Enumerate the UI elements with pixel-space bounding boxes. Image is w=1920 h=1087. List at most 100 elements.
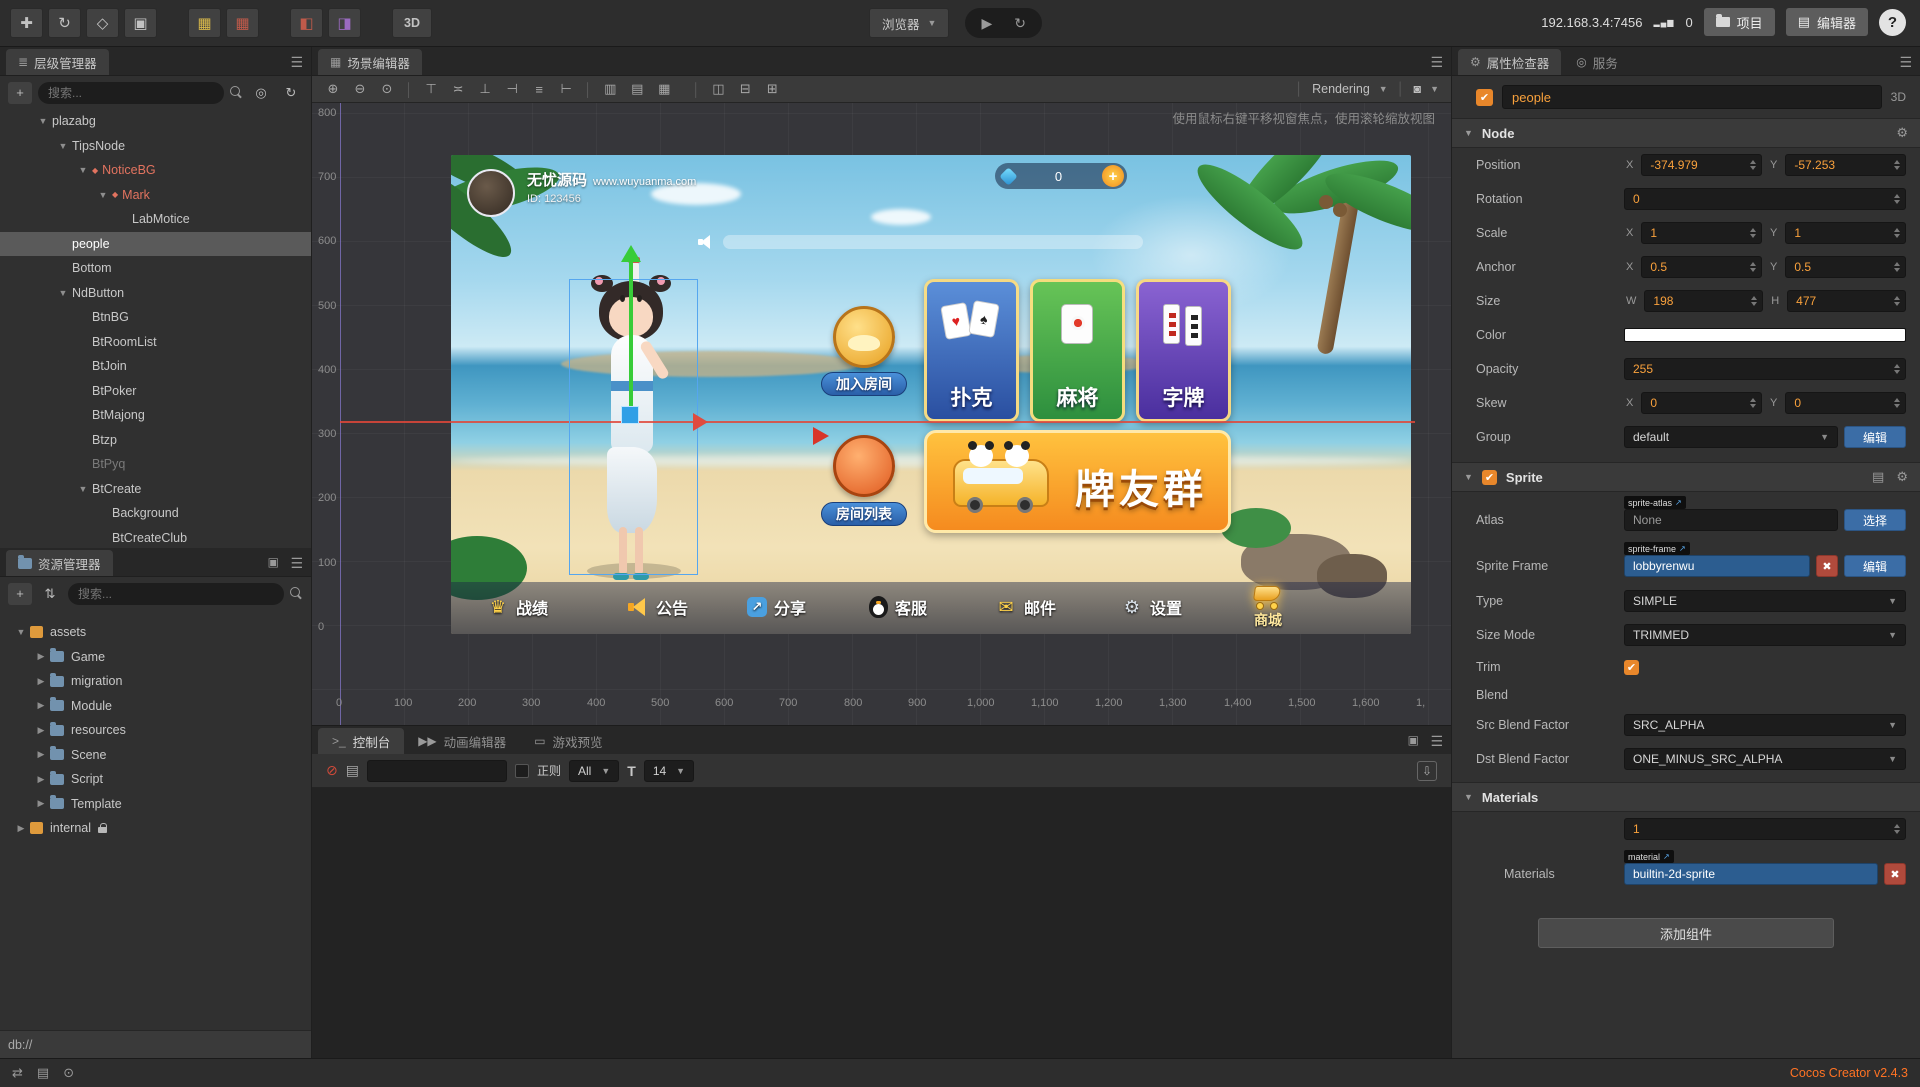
expand-arrow-icon[interactable]: ▶	[36, 725, 46, 736]
poker-mode-button[interactable]: ♥ ♠ 扑克	[924, 279, 1019, 422]
opacity-field[interactable]: 255	[1624, 358, 1906, 380]
share-button[interactable]: ↗分享	[747, 595, 806, 619]
gizmo-y-arrow[interactable]	[629, 261, 633, 422]
node-section-header[interactable]: ▼ Node ⚙	[1452, 118, 1920, 148]
collapse-arrow-icon[interactable]: ▼	[1464, 472, 1473, 482]
expand-arrow-icon[interactable]: ▶	[36, 774, 46, 785]
dst-blend-dropdown[interactable]: ONE_MINUS_SRC_ALPHA▼	[1624, 748, 1906, 770]
scale-tool-button[interactable]: ◇	[86, 8, 119, 38]
tree-node-plazabg[interactable]: ▼plazabg	[0, 109, 311, 134]
play-button[interactable]: ▶	[981, 15, 992, 32]
rotate-tool-button[interactable]: ↻	[48, 8, 81, 38]
size-v-icon[interactable]: ⊟	[736, 81, 754, 97]
gear-icon[interactable]: ⚙	[1896, 125, 1908, 141]
add-component-button[interactable]: 添加组件	[1538, 918, 1834, 948]
zoom-out-icon[interactable]: ⊖	[351, 81, 369, 97]
hierarchy-search-input[interactable]	[48, 86, 214, 100]
records-button[interactable]: ♛战绩	[487, 595, 548, 619]
size-h-field[interactable]: 477	[1787, 290, 1906, 312]
expand-arrow-icon[interactable]: ▶	[36, 798, 46, 809]
tree-node-tipsnode[interactable]: ▼TipsNode	[0, 134, 311, 159]
anchor-x-field[interactable]: 0.5	[1641, 256, 1762, 278]
selection-bounding-box[interactable]	[569, 279, 698, 575]
tree-node-mark[interactable]: ▼◆Mark	[0, 183, 311, 208]
tree-node-btzp[interactable]: Btzp	[0, 428, 311, 453]
external-link-icon[interactable]: ↗	[1679, 544, 1686, 553]
material-field[interactable]: builtin-2d-sprite	[1624, 863, 1878, 885]
align-center-icon[interactable]: ≡	[530, 82, 548, 97]
console-output[interactable]	[312, 788, 1451, 1058]
shop-button[interactable]: 商城	[1251, 584, 1285, 630]
help-button[interactable]: ?	[1879, 9, 1906, 36]
tab-hierarchy[interactable]: ≣ 层级管理器	[6, 49, 109, 75]
add-asset-button[interactable]: +	[8, 583, 32, 605]
asset-migration[interactable]: ▶migration	[0, 669, 311, 694]
expand-arrow-icon[interactable]: ▶	[36, 700, 46, 711]
collapse-arrow-icon[interactable]: ▼	[1464, 128, 1473, 138]
pivot-center-button[interactable]: ▦	[188, 8, 221, 38]
join-room-button[interactable]: 加入房间	[821, 372, 907, 396]
asset-scene[interactable]: ▶Scene	[0, 743, 311, 768]
clear-sprite-frame-button[interactable]: ✖	[1816, 555, 1838, 577]
tree-node-btcreate[interactable]: ▼BtCreate	[0, 477, 311, 502]
distribute-h-icon[interactable]: ▥	[601, 81, 619, 97]
external-link-icon[interactable]: ↗	[1675, 498, 1682, 507]
tree-node-btjoin[interactable]: BtJoin	[0, 354, 311, 379]
visibility-icon[interactable]: ⊙	[63, 1065, 74, 1081]
expand-arrow-icon[interactable]: ▼	[98, 190, 108, 200]
skew-x-field[interactable]: 0	[1641, 392, 1762, 414]
console-search-input[interactable]	[367, 760, 507, 782]
select-atlas-button[interactable]: 选择	[1844, 509, 1906, 531]
asset-template[interactable]: ▶Template	[0, 792, 311, 817]
tree-node-background[interactable]: Background	[0, 501, 311, 526]
sprite-enabled-checkbox[interactable]: ✔	[1482, 470, 1497, 485]
sprite-section-header[interactable]: ▼ ✔ Sprite ▤⚙	[1452, 462, 1920, 492]
hierarchy-menu-icon[interactable]: ☰	[290, 54, 303, 71]
expand-arrow-icon[interactable]: ▼	[38, 116, 48, 126]
materials-count-field[interactable]: 1	[1624, 818, 1906, 840]
room-list-button[interactable]: 房间列表	[821, 502, 907, 526]
expand-arrow-icon[interactable]: ▼	[78, 484, 88, 494]
expand-arrow-icon[interactable]: ▶	[16, 823, 26, 834]
join-room-icon[interactable]	[833, 306, 895, 368]
regex-checkbox[interactable]	[515, 764, 529, 778]
align-bottom-icon[interactable]: ⊥	[476, 81, 494, 97]
gizmo-center-handle[interactable]	[621, 406, 639, 424]
pivot-anchor-button[interactable]: ▦	[226, 8, 259, 38]
materials-section-header[interactable]: ▼ Materials	[1452, 782, 1920, 812]
tab-game-preview[interactable]: ▭游戏预览	[520, 728, 616, 754]
tree-node-btpyq[interactable]: BtPyq	[0, 452, 311, 477]
anchor-y-field[interactable]: 0.5	[1785, 256, 1906, 278]
asset-script[interactable]: ▶Script	[0, 767, 311, 792]
move-tool-button[interactable]: ✚	[10, 8, 43, 38]
size-h-icon[interactable]: ◫	[709, 81, 727, 97]
asset-assets[interactable]: ▼assets	[0, 620, 311, 645]
distribute-v-icon[interactable]: ▤	[628, 81, 646, 97]
scene-canvas[interactable]: 使用鼠标右键平移视窗焦点，使用滚轮缩放视图 800 700 600 500 40…	[312, 103, 1451, 725]
asset-internal[interactable]: ▶internal	[0, 816, 311, 841]
scale-x-field[interactable]: 1	[1641, 222, 1762, 244]
expand-arrow-icon[interactable]: ▼	[78, 165, 88, 175]
asset-game[interactable]: ▶Game	[0, 645, 311, 670]
expand-arrow-icon[interactable]: ▶	[36, 676, 46, 687]
search-icon[interactable]	[230, 86, 243, 99]
preview-target-dropdown[interactable]: 浏览器 ▼	[869, 8, 949, 38]
sort-assets-icon[interactable]: ⇅	[38, 583, 62, 605]
align-right-icon[interactable]: ⊢	[557, 81, 575, 97]
sync-icon[interactable]: ⇄	[12, 1065, 23, 1081]
add-node-button[interactable]: +	[8, 82, 32, 104]
tab-scene-editor[interactable]: ▦ 场景编辑器	[318, 49, 422, 75]
expand-arrow-icon[interactable]: ▼	[58, 141, 68, 151]
tree-node-btpoker[interactable]: BtPoker	[0, 379, 311, 404]
atlas-field[interactable]: None	[1624, 509, 1838, 531]
support-button[interactable]: 客服	[869, 595, 927, 619]
size-w-field[interactable]: 198	[1644, 290, 1763, 312]
group-dropdown[interactable]: default▼	[1624, 426, 1838, 448]
position-y-field[interactable]: -57.253	[1785, 154, 1906, 176]
assets-search-input[interactable]	[78, 587, 274, 601]
color-swatch[interactable]	[1624, 328, 1906, 342]
external-link-icon[interactable]: ↗	[1663, 852, 1670, 861]
align-top-icon[interactable]: ⊤	[422, 81, 440, 97]
card-friends-banner[interactable]: 牌友群	[924, 430, 1231, 533]
rendering-dropdown[interactable]: Rendering	[1312, 82, 1370, 96]
